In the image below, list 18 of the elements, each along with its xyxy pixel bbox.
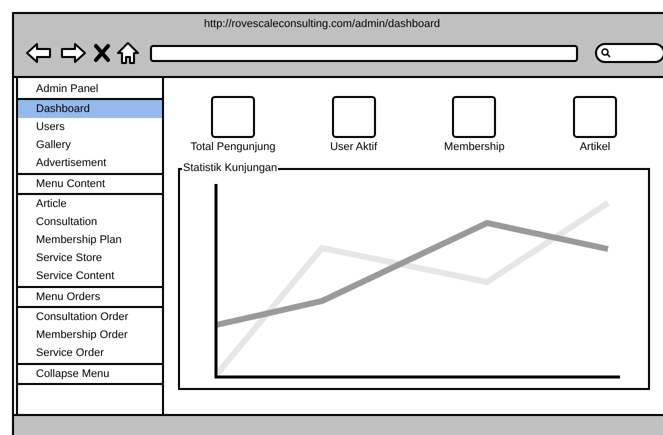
stat-label: Membership [444,140,505,154]
search-icon [601,48,611,58]
close-icon[interactable] [92,41,112,65]
page-url: http://rovescaleconsulting.com/admin/dashboard [204,18,440,30]
stat-box [211,96,255,138]
sidebar-item[interactable]: Dashboard [18,100,162,118]
address-field[interactable] [150,44,578,62]
forward-arrow-icon[interactable] [58,41,88,65]
home-icon[interactable] [116,41,140,65]
stat-box [332,96,376,138]
search-field[interactable] [595,43,663,63]
chart-title: Statistik Kunjungan [182,161,278,175]
stat-box [452,96,496,138]
stat-label: Total Pengunjung [190,140,276,154]
stat-box [572,96,617,138]
back-arrow-icon[interactable] [24,41,54,65]
stat-label: Artikel [580,140,610,154]
stat-label: User Aktif [330,140,378,154]
